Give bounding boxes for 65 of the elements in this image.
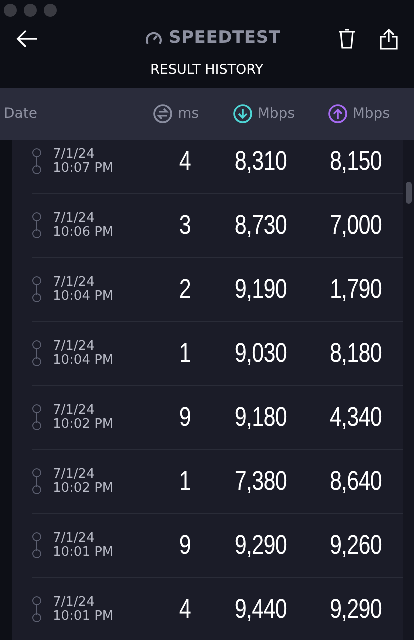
upload-value: 8,150 (328, 146, 382, 177)
download-value: 9,440 (234, 594, 287, 625)
download-value: 9,190 (234, 274, 287, 305)
upload-value: 8,640 (328, 466, 382, 497)
result-date: 7/1/24 (53, 276, 96, 290)
window-control[interactable] (44, 4, 57, 17)
upload-value: 9,290 (328, 594, 382, 625)
connection-icon (32, 212, 42, 240)
connection-icon (32, 340, 42, 368)
download-value: 9,290 (234, 530, 287, 561)
result-date: 7/1/24 (53, 404, 96, 418)
column-header: Date (4, 106, 38, 122)
download-value: 8,730 (234, 210, 287, 241)
ping-value: 4 (178, 146, 191, 177)
ping-value: 1 (178, 466, 191, 497)
download-value: 8,310 (234, 146, 287, 177)
download-value: 9,030 (234, 338, 287, 369)
trash-icon[interactable] (338, 29, 356, 49)
gauge-icon (145, 30, 163, 46)
ping-value: 9 (178, 530, 191, 561)
connection-icon (32, 404, 42, 432)
column-header: ms (178, 106, 199, 122)
result-time: 10:01 PM (53, 546, 115, 560)
page-title: RESULT HISTORY (150, 62, 264, 78)
ping-value: 3 (178, 210, 191, 241)
upload-value: 4,340 (328, 402, 382, 433)
result-date: 7/1/24 (53, 532, 96, 546)
result-time: 10:04 PM (53, 290, 115, 304)
upload-value: 9,260 (328, 530, 382, 561)
download-value: 7,380 (234, 466, 287, 497)
upload-value: 8,180 (328, 338, 382, 369)
app-logo: SPEEDTEST (169, 28, 281, 48)
result-date: 7/1/24 (53, 212, 96, 226)
result-date: 7/1/24 (53, 340, 96, 354)
upload-value: 1,790 (328, 274, 382, 305)
ping-value: 1 (178, 338, 191, 369)
arrow-circle-icon (328, 104, 348, 124)
result-date: 7/1/24 (53, 596, 96, 610)
scrollbar-thumb[interactable] (406, 182, 412, 204)
ping-value: 4 (178, 594, 191, 625)
connection-icon (32, 532, 42, 560)
arrow-circle-icon (232, 104, 253, 124)
result-time: 10:02 PM (53, 418, 115, 432)
share-icon[interactable] (380, 28, 398, 50)
window-control[interactable] (4, 4, 17, 17)
ping-value: 2 (178, 274, 191, 305)
window-control[interactable] (24, 4, 37, 17)
back-arrow-icon[interactable] (16, 30, 38, 48)
arrow-circle-icon (153, 104, 174, 124)
connection-icon (32, 148, 42, 176)
result-time: 10:01 PM (53, 610, 115, 624)
connection-icon (32, 468, 42, 496)
result-date: 7/1/24 (53, 148, 96, 162)
connection-icon (32, 596, 42, 624)
download-value: 9,180 (234, 402, 287, 433)
result-time: 10:04 PM (53, 354, 115, 368)
ping-value: 9 (178, 402, 191, 433)
result-time: 10:06 PM (53, 226, 115, 240)
connection-icon (32, 276, 42, 304)
result-time: 10:07 PM (53, 162, 115, 176)
result-time: 10:02 PM (53, 482, 115, 496)
result-date: 7/1/24 (53, 468, 96, 482)
upload-value: 7,000 (328, 210, 382, 241)
column-header: Mbps (258, 106, 295, 122)
column-header: Mbps (352, 106, 390, 122)
